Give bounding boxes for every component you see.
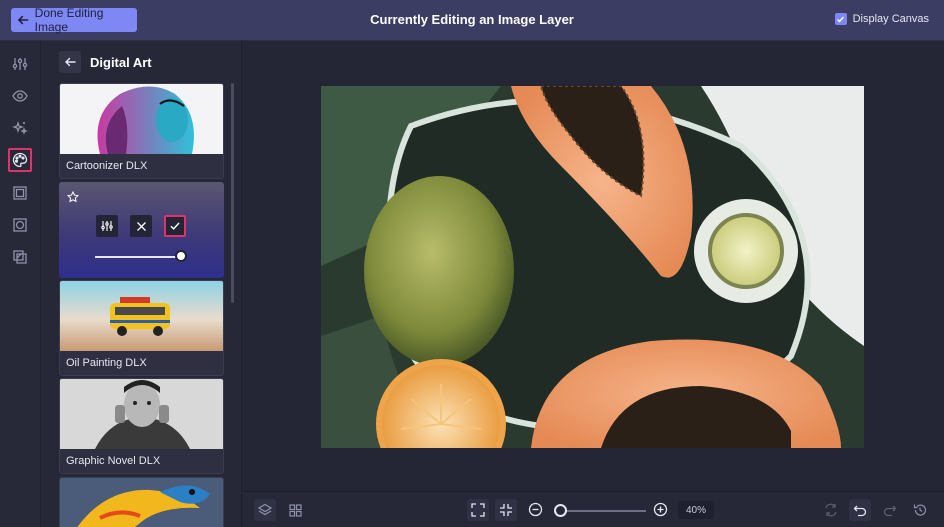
effect-card-cartoonizer[interactable]: Cartoonizer DLX [59, 83, 224, 179]
effect-label: Graphic Novel DLX [66, 455, 161, 467]
zoom-out-icon[interactable] [528, 502, 543, 522]
history-icon [913, 504, 927, 516]
zoom-slider-track[interactable] [562, 510, 646, 512]
effect-label: Cartoonizer DLX [66, 160, 148, 172]
close-icon [136, 221, 146, 231]
effect-intensity-track[interactable] [95, 256, 181, 258]
shrink-button[interactable] [495, 499, 517, 521]
zoom-in-icon[interactable] [653, 502, 668, 522]
favorite-star-icon[interactable] [67, 190, 79, 208]
grid-icon [288, 503, 302, 517]
check-icon [837, 16, 845, 23]
sliders-icon[interactable] [8, 52, 32, 76]
frame-icon[interactable] [8, 181, 32, 205]
history-button[interactable] [909, 499, 931, 521]
top-bar: Done Editing Image Currently Editing an … [0, 0, 944, 41]
graphic-novel-thumbnail [60, 379, 223, 449]
undo-icon [853, 505, 867, 517]
check-icon [170, 222, 180, 230]
cancel-effect-button[interactable] [130, 215, 152, 237]
cartoonizer-thumbnail [60, 84, 223, 154]
panel-scrollbar[interactable] [231, 83, 234, 303]
palette-icon[interactable] [8, 148, 32, 172]
zoom-value: 40% [678, 501, 714, 519]
redo-icon [883, 505, 897, 517]
bottom-toolbar: 40% [243, 491, 944, 527]
undo-button[interactable] [849, 499, 871, 521]
layers-icon [258, 503, 272, 516]
grid-button[interactable] [284, 499, 306, 521]
canvas-area[interactable] [243, 41, 944, 491]
refresh-icon [825, 503, 837, 517]
layers-overlay-icon[interactable] [8, 245, 32, 269]
tool-rail [0, 41, 41, 527]
reset-button[interactable] [820, 499, 842, 521]
sliders-icon [101, 221, 113, 231]
apply-effect-button[interactable] [164, 215, 186, 237]
parrot-thumbnail [60, 478, 223, 527]
display-canvas-toggle[interactable]: Display Canvas [834, 13, 929, 25]
effects-panel: Digital Art Cartoonizer DLX Oil Painting… [41, 41, 242, 527]
panel-title: Digital Art [90, 54, 152, 70]
arrow-left-icon [65, 57, 76, 67]
effect-card-oil-painting[interactable]: Oil Painting DLX [59, 280, 224, 376]
effect-card-graphic-novel[interactable]: Graphic Novel DLX [59, 378, 224, 474]
edited-image[interactable] [321, 86, 864, 448]
display-canvas-label: Display Canvas [852, 13, 929, 25]
redo-button[interactable] [879, 499, 901, 521]
back-button[interactable] [59, 51, 81, 73]
effect-intensity-knob[interactable] [175, 250, 187, 262]
layers-button[interactable] [254, 499, 276, 521]
eye-icon[interactable] [8, 84, 32, 108]
zoom-slider-knob[interactable] [554, 504, 567, 517]
panel-header: Digital Art [59, 51, 152, 73]
adjust-settings-button[interactable] [96, 215, 118, 237]
mask-icon[interactable] [8, 213, 32, 237]
effect-label: Oil Painting DLX [66, 357, 147, 369]
compress-icon [500, 504, 512, 516]
active-effect-controls [59, 182, 224, 278]
oil-painting-thumbnail [60, 281, 223, 351]
page-title: Currently Editing an Image Layer [370, 12, 574, 27]
sparkle-icon[interactable] [8, 116, 32, 140]
effect-card-next[interactable] [59, 477, 224, 527]
expand-icon [471, 503, 485, 517]
display-canvas-checkbox[interactable] [834, 13, 847, 25]
fit-to-screen-button[interactable] [467, 499, 489, 521]
